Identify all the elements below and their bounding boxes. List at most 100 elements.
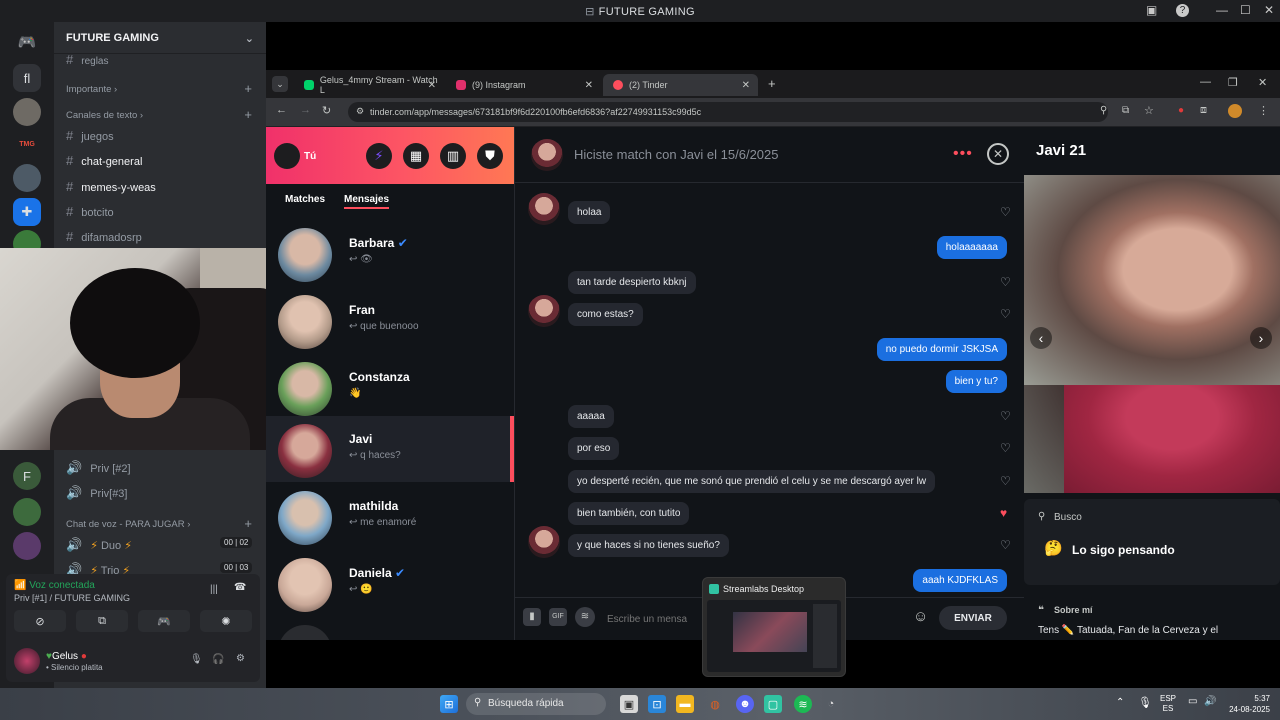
profile-photo[interactable]: ‹ › [1024,175,1280,493]
user-label[interactable]: Tú [304,151,316,162]
extensions-puzzle-icon[interactable]: ⧈ [1200,104,1207,117]
close-button[interactable]: ✕ [1264,3,1274,17]
category-text-channels[interactable]: Canales de texto › [66,110,143,121]
new-tab-button[interactable]: + [768,76,776,91]
like-heart-icon[interactable]: ♡ [1000,307,1011,321]
server-header[interactable]: FUTURE GAMING ⌄ [54,22,266,54]
language-indicator[interactable]: ESP ES [1160,694,1176,714]
steam-icon[interactable]: ◔ [822,695,840,713]
like-heart-icon[interactable]: ♡ [1000,474,1011,488]
url-input[interactable]: ⚙ tinder.com/app/messages/673181bf9f6d22… [348,102,1108,122]
tab-search-button[interactable]: ⌄ [272,76,288,92]
like-heart-icon[interactable]: ♡ [1000,205,1011,219]
conversation-item[interactable]: Constanza 👋 [266,354,514,420]
chevron-up-icon[interactable]: ⌃ [1116,697,1124,708]
streamlabs-icon[interactable]: ▢ [764,695,782,713]
server-icon-fg[interactable]: F [13,462,41,490]
conversation-item[interactable]: Fran ↩ que buenooo [266,287,514,353]
close-tab-icon[interactable]: ✕ [428,80,436,91]
clock[interactable]: 5:37 24-08-2025 [1226,693,1270,715]
close-tab-icon[interactable]: ✕ [742,80,750,91]
voice-location[interactable]: Priv [#1] / FUTURE GAMING [14,593,130,603]
contact-card-icon[interactable]: ▮ [523,608,541,626]
channel-difamadosrp[interactable]: # difamadosrp [66,229,142,244]
profile-avatar[interactable] [1228,104,1242,118]
restore-button[interactable]: ❐ [1228,76,1238,89]
server-icon-f[interactable]: fl [13,64,41,92]
add-channel-button[interactable]: + [244,516,252,531]
tab-messages[interactable]: Mensajes [344,194,390,209]
store-icon[interactable]: ⊡ [648,695,666,713]
activity-button[interactable]: 🎮 [138,610,190,632]
windows-start-icon[interactable]: ⊞ [440,695,458,713]
channel-memes[interactable]: # memes-y-weas [66,179,156,194]
previous-photo-icon[interactable]: ‹ [1030,327,1052,349]
channel-chat-general[interactable]: # chat-general [66,153,142,168]
tab-tinder[interactable]: (2) Tinder ✕ [603,74,758,96]
settings-gear-icon[interactable]: ⚙ [236,653,245,664]
conversation-item-selected[interactable]: Javi ↩ q haces? [266,416,514,482]
bookmark-star-icon[interactable]: ☆ [1144,104,1154,117]
channel-reglas[interactable]: # reglas [66,52,108,67]
voice-channel-duo[interactable]: 🔊 ⚡ Duo ⚡ [66,537,132,553]
avatar[interactable] [14,648,40,674]
liked-heart-icon[interactable]: ♥ [1000,506,1007,520]
match-avatar[interactable] [531,139,563,171]
site-info-icon[interactable]: ⚙ [356,106,364,117]
voice-connected-status[interactable]: 📶 Voz conectada [14,580,95,591]
server-icon-avatar-4[interactable] [13,532,41,560]
help-icon[interactable]: ? [1176,4,1189,17]
conversation-item[interactable] [266,617,514,640]
channel-juegos[interactable]: # juegos [66,128,114,143]
minimize-button[interactable]: — [1200,76,1211,88]
conversation-item[interactable]: Daniela ✔ ↩ 🙂 [266,550,514,616]
close-tab-icon[interactable]: ✕ [585,80,593,91]
briefcase-icon[interactable]: ▥ [440,143,466,169]
gif-button[interactable]: GIF [549,608,567,626]
tab-instagram[interactable]: (9) Instagram ✕ [446,74,601,96]
category-importante[interactable]: Importante › [66,84,117,95]
server-icon-plus[interactable]: ✚ [13,198,41,226]
tab-twitch[interactable]: Gelus_4mmy Stream - Watch L ✕ [294,74,444,96]
voice-channel-priv2[interactable]: 🔊 Priv [#2] [66,460,131,476]
search-input[interactable]: ⚲ Búsqueda rápida [466,693,606,715]
spotify-icon[interactable]: ≋ [794,695,812,713]
discord-home-icon[interactable]: 🎮 [13,28,41,56]
close-window-button[interactable]: ✕ [1258,76,1267,89]
explore-icon[interactable]: ▦ [403,143,429,169]
network-icon[interactable]: ▭ [1188,696,1197,707]
firefox-icon[interactable]: ◍ [706,695,724,713]
volume-icon[interactable]: 🔊 [1204,696,1216,707]
like-heart-icon[interactable]: ♡ [1000,441,1011,455]
emoji-icon[interactable]: ☺ [913,608,928,625]
conversation-item[interactable]: mathilda ↩ me enamoré [266,483,514,549]
maximize-button[interactable]: ☐ [1240,3,1251,17]
extension-icon[interactable]: ● [1178,105,1184,116]
soundboard-button[interactable]: ✺ [200,610,252,632]
channel-botcito[interactable]: # botcito [66,204,114,219]
add-channel-button[interactable]: + [244,107,252,122]
file-explorer-icon[interactable]: ▬ [676,695,694,713]
forward-icon[interactable]: → [300,104,311,116]
like-heart-icon[interactable]: ♡ [1000,409,1011,423]
inbox-icon[interactable]: ▣ [1146,3,1157,17]
headphones-icon[interactable]: 🎧 [212,654,224,665]
taskbar-window-preview[interactable]: Streamlabs Desktop [702,577,846,677]
more-options-icon[interactable]: ••• [953,145,973,163]
like-heart-icon[interactable]: ♡ [1000,275,1011,289]
like-heart-icon[interactable]: ♡ [1000,538,1011,552]
next-photo-icon[interactable]: › [1250,327,1272,349]
discord-icon[interactable]: ☻ [736,695,754,713]
close-chat-icon[interactable]: ✕ [987,143,1009,165]
add-channel-button[interactable]: + [244,81,252,96]
spotify-icon[interactable]: ≋ [575,607,595,627]
reload-icon[interactable]: ↻ [322,104,331,117]
install-icon[interactable]: ⧉ [1122,105,1129,116]
boost-icon[interactable]: ⚡ [366,143,392,169]
tab-matches[interactable]: Matches [285,194,325,205]
server-icon-avatar-1[interactable] [13,98,41,126]
server-icon-avatar-3[interactable] [13,498,41,526]
camera-off-button[interactable]: ⊘ [14,610,66,632]
send-button[interactable]: ENVIAR [939,606,1007,630]
location-icon[interactable]: ⚲ [1100,105,1107,116]
